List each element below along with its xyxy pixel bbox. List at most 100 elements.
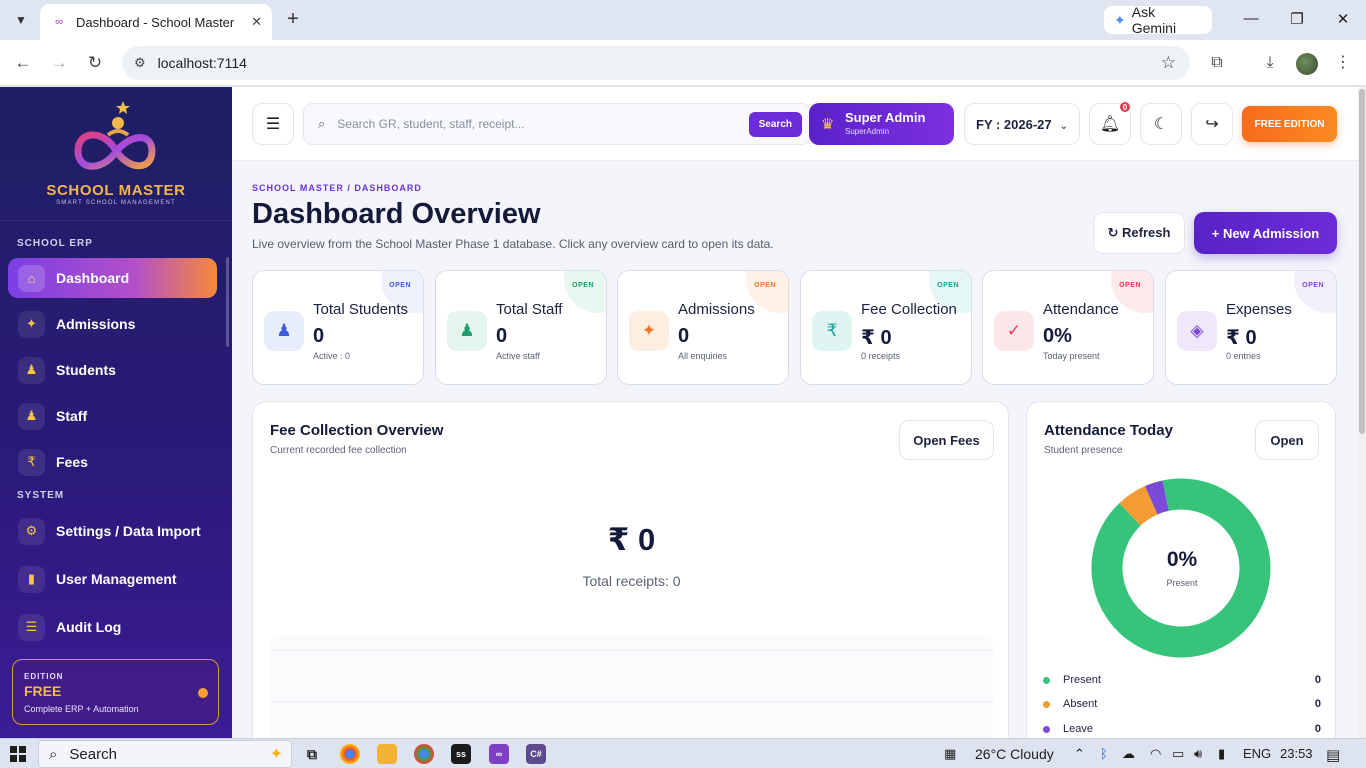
open-attendance-button[interactable]: Open [1255, 420, 1319, 460]
restore-icon[interactable]: ❐ [1287, 10, 1307, 28]
tray-chevron-up-icon[interactable]: ⌃ [1074, 746, 1085, 762]
ask-gemini-button[interactable]: ✦ Ask Gemini [1104, 4, 1212, 36]
hamburger-menu-icon[interactable]: ☰ [252, 103, 294, 145]
url-omnibox[interactable]: ⚙ localhost:7114 ☆ [122, 46, 1190, 80]
browser-menu-icon[interactable]: ⋮ [1332, 52, 1354, 74]
display-icon[interactable]: ▭ [1172, 746, 1184, 762]
legend-name: Present [1063, 674, 1101, 686]
terminal-app-icon[interactable]: ss [451, 744, 471, 764]
site-settings-icon[interactable]: ⚙ [134, 55, 146, 71]
notification-center-icon[interactable]: ▤ [1326, 746, 1340, 764]
overview-card-total-staff[interactable]: OPEN ♟ Total Staff 0 Active staff [435, 270, 607, 385]
fee-total-amount: ₹ 0 [607, 522, 656, 557]
minimize-icon[interactable]: — [1241, 10, 1261, 27]
bluetooth-icon[interactable]: ᛒ [1100, 746, 1108, 761]
sparkle-icon: ✦ [18, 310, 45, 338]
chrome-app-icon[interactable] [340, 744, 360, 764]
top-bar: ☰ ⌕ Search ♛ Super Admin SuperAdmin FY :… [232, 87, 1358, 161]
csharp-app-icon[interactable]: C# [526, 744, 546, 764]
taskbar-search[interactable]: ⌕ Search ✦ [38, 740, 292, 768]
sidebar-item-fees[interactable]: ₹ Fees [8, 442, 217, 482]
windows-taskbar: ⌕ Search ✦ ⧉ ss ∞ C# ▦ 26°C Cloudy ⌃ ᛒ ☁… [0, 738, 1366, 768]
legend-name: Leave [1063, 723, 1093, 735]
briefcase-icon: ▮ [18, 565, 45, 593]
financial-year-value: FY : 2026-27 [976, 116, 1052, 132]
brand-title: SCHOOL MASTER [46, 182, 186, 199]
profile-avatar[interactable] [1296, 53, 1318, 75]
windows-start-icon[interactable] [10, 746, 26, 762]
battery-icon[interactable]: ▮ [1218, 746, 1225, 762]
home-icon: ⌂ [18, 264, 45, 292]
reload-icon[interactable]: ↻ [84, 52, 106, 74]
download-icon[interactable]: ⤓ [1259, 52, 1281, 74]
free-edition-button[interactable]: FREE EDITION [1242, 106, 1337, 142]
card-corner-decoration [564, 271, 606, 313]
tab-close-icon[interactable]: ✕ [251, 14, 262, 30]
page-scrollbar[interactable] [1358, 87, 1366, 738]
tab-list-chevron-icon[interactable]: ▼ [8, 7, 34, 33]
brand-logo[interactable]: SCHOOL MASTER SMART SCHOOL MANAGEMENT [0, 87, 232, 221]
extensions-icon[interactable]: ⧉ [1206, 52, 1228, 74]
breadcrumb: SCHOOL MASTER / DASHBOARD [252, 183, 422, 193]
sparkle-icon: ✦ [629, 311, 669, 351]
overview-card-attendance[interactable]: OPEN ✓ Attendance 0% Today present [982, 270, 1154, 385]
open-fees-button[interactable]: Open Fees [899, 420, 994, 460]
legend-value: 0 [1314, 674, 1321, 686]
rupee-icon: ₹ [812, 311, 852, 351]
weather-text[interactable]: 26°C Cloudy [975, 746, 1054, 762]
user-profile-button[interactable]: ♛ Super Admin SuperAdmin [809, 103, 954, 145]
browser-tab[interactable]: ∞ Dashboard - School Master ✕ [40, 4, 272, 40]
attendance-percent: 0% [1166, 548, 1198, 571]
sidebar-item-user-management[interactable]: ▮ User Management [8, 559, 217, 599]
dark-mode-moon-icon[interactable]: ☾ [1140, 103, 1182, 145]
card-open-tag: OPEN [754, 282, 776, 289]
card-subtext: Today present [1043, 351, 1100, 361]
weather-icon[interactable]: ▦ [944, 746, 956, 762]
bookmark-star-icon[interactable]: ☆ [1161, 53, 1176, 73]
back-arrow-icon[interactable]: ← [12, 52, 34, 74]
attendance-panel: Attendance Today Student presence Open 0… [1026, 401, 1336, 738]
page-scrollbar-thumb[interactable] [1359, 89, 1365, 434]
refresh-button[interactable]: ↻ Refresh [1093, 212, 1185, 254]
sidebar-item-staff[interactable]: ♟ Staff [8, 396, 217, 436]
task-view-icon[interactable]: ⧉ [302, 744, 322, 764]
chevron-down-icon: ⌄ [1059, 120, 1069, 132]
overview-card-fee-collection[interactable]: OPEN ₹ Fee Collection ₹ 0 0 receipts [800, 270, 972, 385]
language-indicator[interactable]: ENG [1243, 746, 1271, 761]
student-icon: ♟ [264, 311, 304, 351]
new-tab-plus-icon[interactable]: + [282, 9, 304, 31]
card-value: ₹ 0 [861, 327, 892, 349]
overview-card-total-students[interactable]: OPEN ♟ Total Students 0 Active : 0 [252, 270, 424, 385]
card-value: 0 [678, 325, 690, 347]
card-open-tag: OPEN [1302, 282, 1324, 289]
sidebar-item-audit-log[interactable]: ☰ Audit Log [8, 607, 217, 647]
clock-time[interactable]: 23:53 [1280, 746, 1313, 761]
sidebar-item-settings[interactable]: ⚙ Settings / Data Import [8, 511, 217, 551]
search-button[interactable]: Search [748, 112, 802, 137]
forward-arrow-icon[interactable]: → [48, 52, 70, 74]
logout-icon[interactable]: ↪ [1191, 103, 1233, 145]
copilot-sparkle-icon: ✦ [269, 746, 283, 763]
card-corner-decoration [1294, 271, 1336, 313]
financial-year-select[interactable]: FY : 2026-27 ⌄ [964, 103, 1080, 145]
sidebar-item-admissions[interactable]: ✦ Admissions [8, 304, 217, 344]
person-icon: ♟ [18, 402, 45, 430]
card-open-tag: OPEN [572, 282, 594, 289]
sidebar-item-dashboard[interactable]: ⌂ Dashboard [8, 258, 217, 298]
card-title: Fee Collection [861, 301, 957, 318]
volume-icon[interactable]: 🔊︎ [1194, 746, 1202, 762]
page-subtitle: Live overview from the School Master Pha… [252, 237, 774, 251]
sidebar-item-students[interactable]: ♟ Students [8, 350, 217, 390]
window-close-icon[interactable]: ✕ [1333, 10, 1353, 28]
chrome-app-icon-active[interactable] [414, 744, 434, 764]
file-explorer-icon[interactable] [377, 744, 397, 764]
fee-chart-gridline [270, 701, 993, 702]
wifi-icon[interactable]: ◠ [1150, 746, 1161, 762]
sidebar-scrollbar[interactable] [226, 257, 229, 347]
cloud-icon[interactable]: ☁ [1122, 746, 1135, 762]
search-input[interactable] [337, 117, 728, 131]
overview-card-expenses[interactable]: OPEN ◈ Expenses ₹ 0 0 entries [1165, 270, 1337, 385]
visual-studio-icon[interactable]: ∞ [489, 744, 509, 764]
new-admission-button[interactable]: + New Admission [1194, 212, 1337, 254]
overview-card-admissions[interactable]: OPEN ✦ Admissions 0 All enquiries [617, 270, 789, 385]
